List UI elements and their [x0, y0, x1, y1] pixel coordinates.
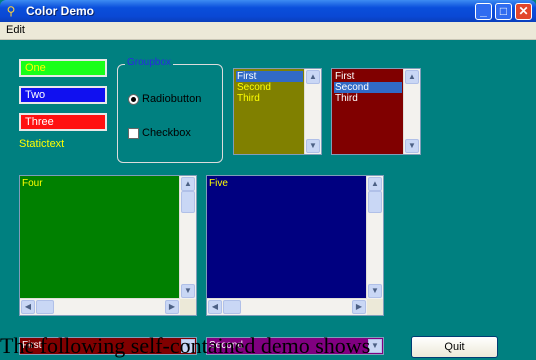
scroll-thumb[interactable]	[223, 300, 241, 314]
scroll-down-icon[interactable]: ▼	[405, 139, 419, 153]
minimize-button[interactable]: _	[475, 3, 492, 20]
listbox-maroon[interactable]: First Second Third ▲ ▼	[331, 68, 421, 155]
title-bar: ⚲ Color Demo _ □ ✕	[0, 0, 536, 22]
scroll-thumb[interactable]	[36, 300, 54, 314]
scroll-down-icon[interactable]: ▼	[368, 284, 382, 298]
menu-bar: Edit	[0, 22, 536, 40]
static-text: Statictext	[19, 138, 65, 150]
scroll-up-icon[interactable]: ▲	[405, 70, 419, 84]
scroll-left-icon[interactable]: ◀	[21, 300, 35, 314]
minimize-icon: _	[480, 4, 487, 18]
combobox-value[interactable]: Second	[209, 340, 243, 352]
checkbox[interactable]	[128, 128, 139, 139]
textarea-five-text[interactable]: Five	[209, 178, 228, 190]
scroll-up-icon[interactable]: ▲	[181, 177, 195, 191]
radio-dot-icon	[131, 97, 136, 102]
scroll-down-icon[interactable]: ▼	[181, 284, 195, 298]
listbox-olive[interactable]: First Second Third ▲ ▼	[233, 68, 322, 155]
vertical-scrollbar[interactable]: ▲ ▼	[304, 69, 321, 154]
textarea-four-text[interactable]: Four	[22, 178, 43, 190]
radio-label[interactable]: Radiobutton	[142, 93, 201, 105]
textarea-five[interactable]: Five ▲ ▼ ◀ ▶	[206, 175, 384, 316]
vertical-scrollbar[interactable]: ▲ ▼	[366, 176, 383, 299]
edit-three[interactable]: Three	[19, 113, 107, 131]
groupbox	[117, 64, 223, 163]
edit-two[interactable]: Two	[19, 86, 107, 104]
scroll-down-icon[interactable]: ▼	[306, 139, 320, 153]
vertical-scrollbar[interactable]: ▲ ▼	[179, 176, 196, 299]
maximize-icon: □	[499, 4, 508, 18]
scroll-up-icon[interactable]: ▲	[306, 70, 320, 84]
checkbox-label[interactable]: Checkbox	[142, 127, 191, 139]
list-item[interactable]: First	[334, 71, 402, 82]
textarea-four[interactable]: Four ▲ ▼ ◀ ▶	[19, 175, 197, 316]
scroll-thumb[interactable]	[368, 191, 382, 213]
quit-button[interactable]: Quit	[411, 336, 498, 358]
scroll-right-icon[interactable]: ▶	[165, 300, 179, 314]
scroll-corner	[367, 299, 383, 315]
combobox-value[interactable]: First	[22, 340, 41, 352]
scroll-right-icon[interactable]: ▶	[352, 300, 366, 314]
groupbox-label: Groupbox	[125, 57, 173, 69]
list-item[interactable]: Third	[334, 93, 402, 104]
combobox-second[interactable]: Second ▼	[206, 337, 384, 355]
app-icon: ⚲	[6, 4, 16, 18]
menu-edit[interactable]: Edit	[6, 22, 25, 39]
list-item[interactable]: Second	[334, 82, 402, 93]
scroll-up-icon[interactable]: ▲	[368, 177, 382, 191]
list-item[interactable]: Third	[236, 93, 303, 104]
scroll-thumb[interactable]	[181, 191, 195, 213]
list-item[interactable]: Second	[236, 82, 303, 93]
window-title: Color Demo	[26, 4, 95, 18]
chevron-down-icon[interactable]: ▼	[368, 339, 382, 353]
list-item[interactable]: First	[236, 71, 303, 82]
scroll-corner	[180, 299, 196, 315]
horizontal-scrollbar[interactable]: ◀ ▶	[207, 298, 367, 315]
close-icon: ✕	[518, 4, 529, 18]
maximize-button[interactable]: □	[495, 3, 512, 20]
edit-one[interactable]: One	[19, 59, 107, 77]
chevron-down-icon[interactable]: ▼	[181, 339, 195, 353]
close-button[interactable]: ✕	[515, 3, 532, 20]
combobox-first[interactable]: First ▼	[19, 337, 197, 355]
horizontal-scrollbar[interactable]: ◀ ▶	[20, 298, 180, 315]
vertical-scrollbar[interactable]: ▲ ▼	[403, 69, 420, 154]
scroll-left-icon[interactable]: ◀	[208, 300, 222, 314]
